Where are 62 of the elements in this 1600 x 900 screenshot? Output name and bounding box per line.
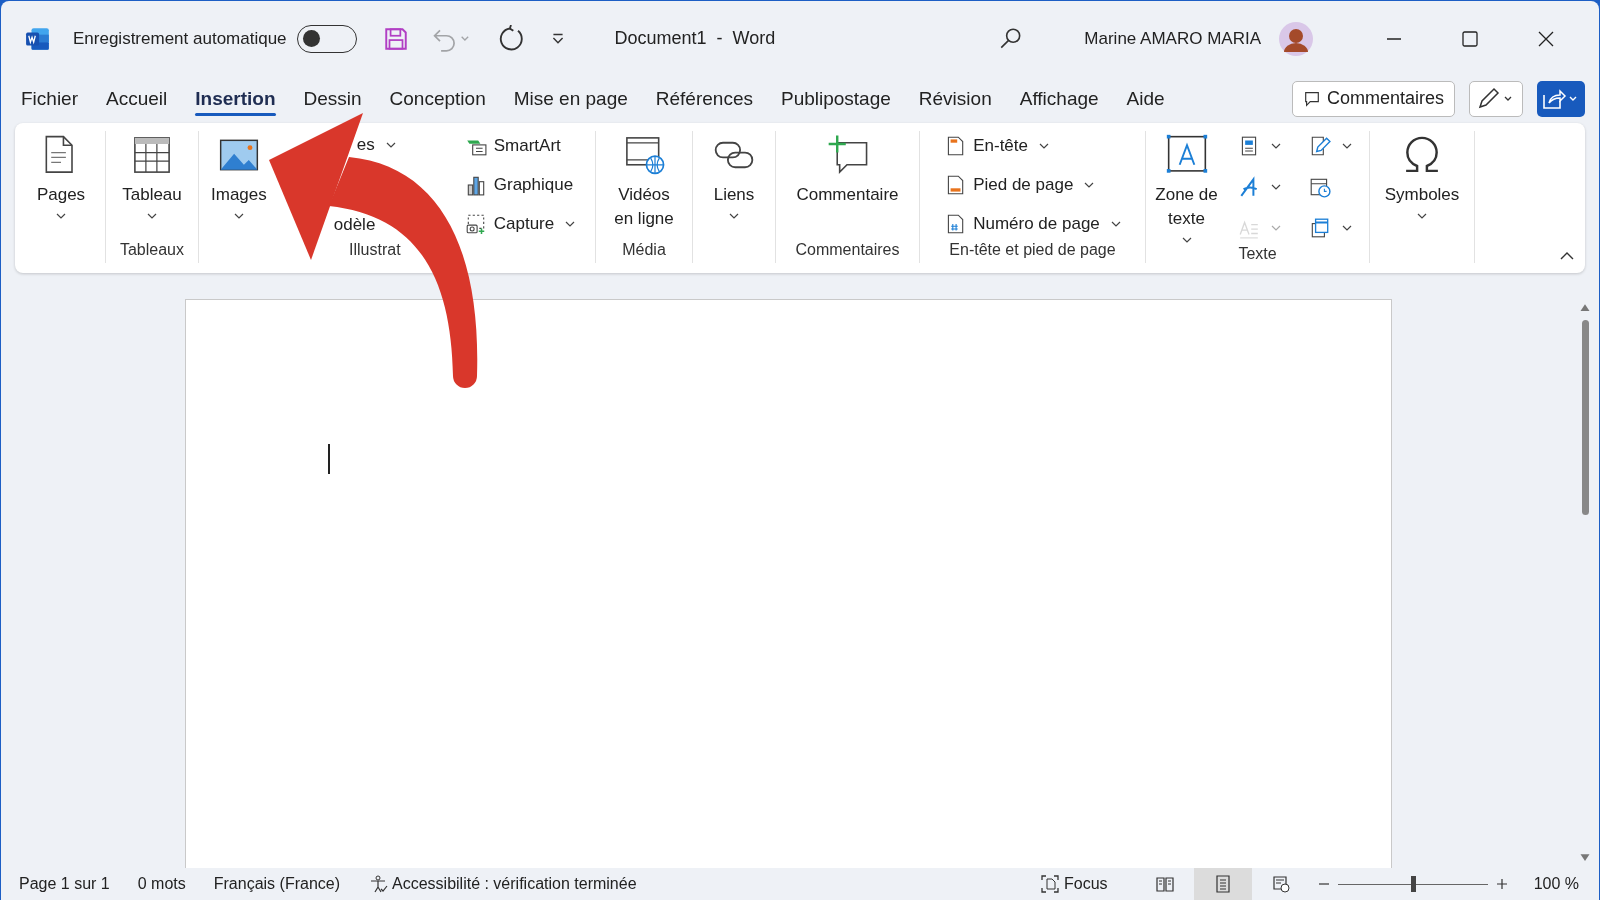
ribbon-button[interactable]: Numéro de page [942, 211, 1123, 237]
ribbon-button[interactable]: Tableau [117, 131, 187, 241]
avatar-icon[interactable] [1279, 21, 1313, 56]
ribbon-button[interactable]: Liens [699, 131, 769, 241]
group-label: Média [622, 241, 666, 258]
ribbon-button[interactable]: Zone de texte [1151, 131, 1222, 245]
group-label: Texte [1238, 245, 1277, 262]
share-button[interactable] [1537, 80, 1585, 117]
zoom-level[interactable]: 100 % [1533, 875, 1579, 893]
ribbon-tab[interactable]: Dessin [289, 81, 376, 116]
scroll-up-icon[interactable] [1579, 303, 1591, 312]
calendar-clock-icon [1308, 176, 1331, 198]
ribbon-button[interactable]: SmartArt [462, 133, 563, 159]
editing-button[interactable] [1469, 80, 1523, 117]
ribbon-button[interactable]: Vidéos en ligne [609, 131, 679, 241]
comments-button[interactable]: Commentaires [1291, 80, 1455, 117]
user-name[interactable]: Marine AMARO MARIA [1084, 28, 1261, 49]
camera-icon [464, 213, 487, 235]
word-count[interactable]: 0 mots [137, 875, 186, 893]
scroll-down-icon[interactable] [1579, 853, 1591, 862]
focus-icon [1040, 874, 1061, 894]
ribbon-button[interactable]: Graphique [462, 172, 576, 198]
save-icon[interactable] [382, 25, 409, 52]
ribbon-button[interactable]: Symboles [1382, 131, 1462, 241]
view-button[interactable] [1193, 868, 1252, 900]
ribbon-button[interactable]: En-tête [942, 133, 1051, 159]
ribbon-tab[interactable]: Fichier [7, 81, 92, 116]
group-label: Commentaires [795, 241, 900, 258]
ribbon-button[interactable]: Capture [462, 211, 578, 237]
focus-button[interactable]: Focus [1040, 874, 1108, 894]
ribbon-button[interactable]: odèle [331, 213, 378, 237]
web-page-icon [1270, 874, 1291, 894]
page-count[interactable]: Page 1 sur 1 [19, 875, 110, 893]
ribbon-tab[interactable]: Conception [375, 81, 500, 116]
collapse-ribbon-icon[interactable] [1559, 251, 1575, 261]
window-title: Document1 - Word [614, 28, 776, 49]
speech-bubble-icon [1302, 89, 1321, 108]
text-cursor [328, 444, 330, 474]
language-label[interactable]: Français (France) [213, 875, 340, 893]
zoom-in-icon[interactable] [1495, 878, 1508, 890]
accessibility-button[interactable]: Accessibilité : vérification terminée [368, 874, 637, 894]
ribbon-button[interactable]: Pages [26, 131, 96, 241]
ribbon-tab[interactable]: Révision [904, 81, 1006, 116]
ribbon-button[interactable]: Pied de page [942, 172, 1097, 198]
maximize-icon[interactable] [1460, 28, 1480, 49]
ribbon-tab[interactable]: Publipostage [766, 81, 905, 116]
ribbon-tab[interactable]: Mise en page [499, 81, 642, 116]
autosave-label: Enregistrement automatique [73, 28, 287, 49]
ribbon-tab[interactable]: Références [641, 81, 767, 116]
ribbon-tab[interactable]: Insertion [181, 81, 290, 116]
group-label: En-tête et pied de page [949, 241, 1116, 258]
ribbon-tab[interactable]: Aide [1112, 81, 1179, 116]
ribbon-button[interactable]: Commentaire [794, 131, 901, 241]
ribbon-tab[interactable]: Accueil [92, 81, 182, 116]
ribbon-tab[interactable]: Affichage [1005, 81, 1113, 116]
group-label: Tableaux [119, 241, 184, 258]
scrollbar-thumb[interactable] [1581, 320, 1589, 515]
group-label: Illustrat [349, 241, 401, 258]
open-book-icon [1154, 874, 1175, 894]
word-logo-icon [25, 25, 51, 52]
ribbon-button[interactable]: Images [209, 131, 269, 241]
accessibility-icon [368, 874, 388, 894]
